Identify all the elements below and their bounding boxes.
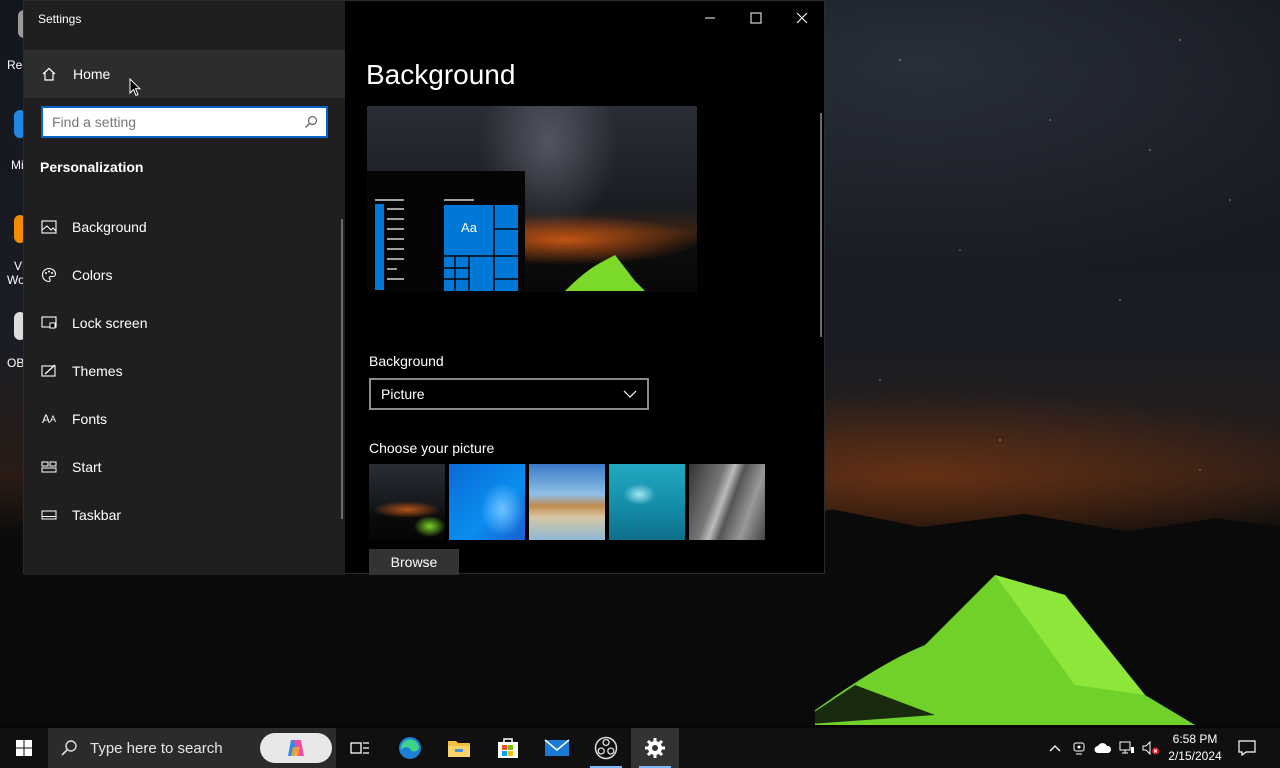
find-setting-input[interactable] [43,108,304,136]
sidebar-item-fonts[interactable]: AA Fonts [24,395,345,443]
picture-thumbnails [369,464,765,540]
background-label: Background [369,353,444,369]
tray-onedrive[interactable] [1092,728,1114,768]
taskbar-app-mail[interactable] [533,728,581,768]
sidebar-item-colors[interactable]: Colors [24,251,345,299]
taskbar-search-placeholder: Type here to search [90,739,223,757]
task-view-button[interactable] [336,728,384,768]
sidebar-item-themes[interactable]: Themes [24,347,345,395]
obs-icon [594,736,618,760]
taskbar-app-store[interactable] [484,728,532,768]
search-icon [61,740,77,756]
choose-picture-label: Choose your picture [369,440,495,456]
taskbar-app-file-explorer[interactable] [435,728,483,768]
sidebar-home-label: Home [73,66,111,82]
thumbnail-beach[interactable] [529,464,605,540]
windows-logo-icon [16,740,32,756]
sidebar-item-label: Background [72,219,147,235]
settings-window: Settings Home Personalization Background [23,0,825,575]
settings-sidebar: Settings Home Personalization Background [24,1,345,575]
lock-screen-icon [40,315,58,331]
sidebar-item-label: Fonts [72,411,108,427]
thumbnail-underwater[interactable] [609,464,685,540]
thumbnail-night-tent[interactable] [369,464,445,540]
start-button[interactable] [0,728,48,768]
find-setting-search[interactable] [41,106,328,138]
chevron-down-icon [623,390,637,398]
content-scrollbar[interactable] [820,113,822,337]
store-icon [498,738,518,758]
section-title: Personalization [40,159,144,175]
search-icon[interactable] [304,115,318,129]
sidebar-item-label: Colors [72,267,113,283]
home-icon [42,67,56,81]
sidebar-item-label: Start [72,459,102,475]
sidebar-item-taskbar[interactable]: Taskbar [24,491,345,539]
sidebar-item-lock-screen[interactable]: Lock screen [24,299,345,347]
tray-meet-now[interactable] [1068,728,1090,768]
onedrive-icon [1094,743,1112,753]
network-icon [1119,741,1134,754]
mail-icon [544,739,570,756]
edge-icon [399,737,421,759]
sidebar-item-label: Lock screen [72,315,148,331]
window-title: Settings [38,12,82,26]
show-hidden-icons-button[interactable] [1044,728,1066,768]
taskbar: Type here to search 6:58 PM 2/15/2024 [0,728,1280,768]
taskbar-app-settings[interactable] [631,728,679,768]
sidebar-item-label: Themes [72,363,123,379]
settings-content: Background Aa Background Picture Choose … [345,1,825,575]
picture-icon [40,219,58,235]
tray-network[interactable] [1116,728,1138,768]
sidebar-nav: Background Colors Lock screen Themes A A… [24,203,345,539]
preview-desktop: Aa [367,171,525,292]
sidebar-item-start[interactable]: Start [24,443,345,491]
start-icon [40,459,58,475]
themes-icon [40,363,58,379]
settings-icon [645,738,665,758]
browse-button[interactable]: Browse [369,549,459,575]
sidebar-scrollbar[interactable] [341,219,343,519]
fonts-icon: AA [41,412,57,426]
action-center-button[interactable] [1232,728,1262,768]
file-explorer-icon [448,741,470,757]
wallpaper-tent [815,575,1195,725]
mouse-cursor-icon [129,78,141,97]
sidebar-item-background[interactable]: Background [24,203,345,251]
tray-volume[interactable] [1140,728,1162,768]
taskbar-icon [40,507,58,523]
thumbnail-rock-cliff[interactable] [689,464,765,540]
task-view-icon [350,742,369,754]
sidebar-item-label: Taskbar [72,507,122,523]
clock-date: 2/15/2024 [1168,749,1222,763]
copilot-button[interactable] [260,733,332,763]
dropdown-value: Picture [381,386,425,402]
volume-muted-icon [1142,741,1159,755]
thumbnail-windows-blue[interactable] [449,464,525,540]
preview-tent [565,255,645,291]
palette-icon [40,267,58,283]
copilot-icon [288,740,304,756]
notifications-icon [1238,740,1256,756]
page-title: Background [366,59,516,90]
preview-tile-text: Aa [461,220,477,235]
background-type-dropdown[interactable]: Picture [369,378,649,410]
sidebar-home[interactable]: Home [24,50,345,98]
background-preview: Aa [367,106,697,292]
taskbar-clock[interactable]: 6:58 PM 2/15/2024 [1162,731,1228,765]
taskbar-app-edge[interactable] [386,728,434,768]
clock-time: 6:58 PM [1172,732,1218,746]
taskbar-app-obs[interactable] [582,728,630,768]
webcam-icon [1073,742,1085,755]
chevron-up-icon [1049,745,1061,752]
